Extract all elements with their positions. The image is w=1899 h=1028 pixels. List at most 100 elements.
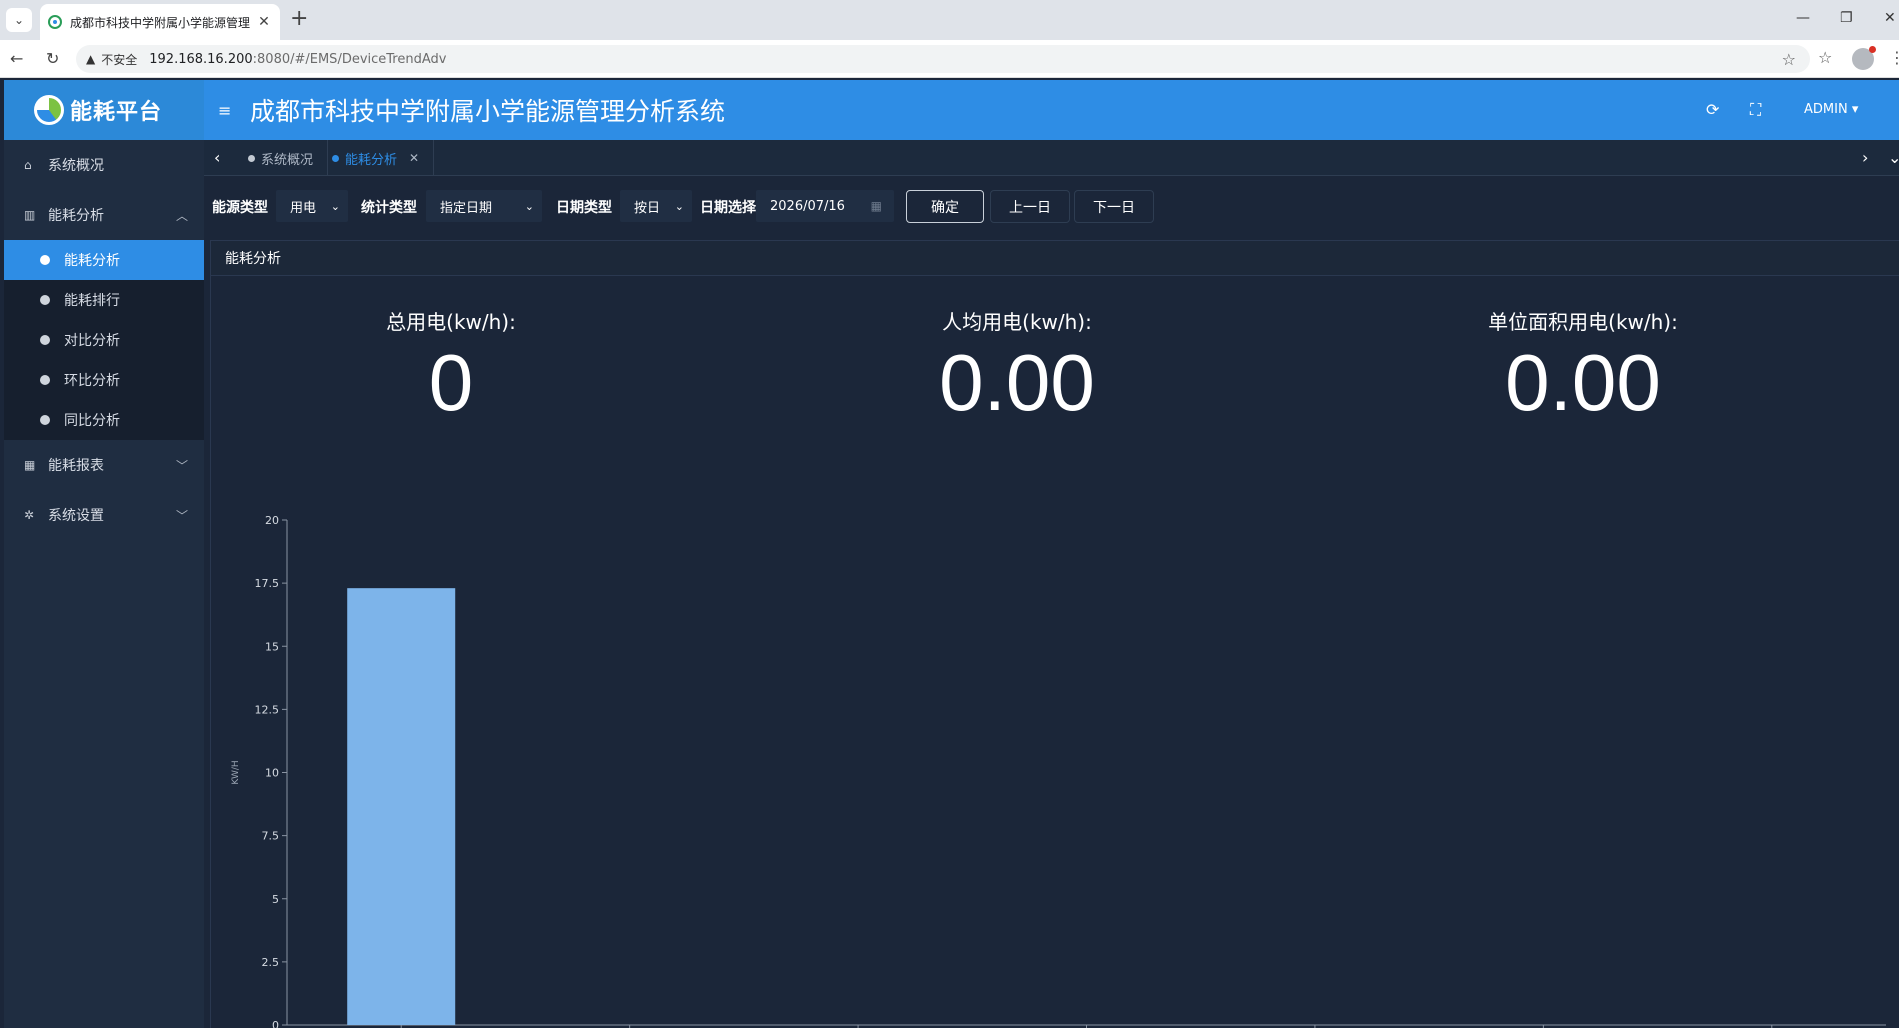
browser-tab-title: 成都市科技中学附属小学能源管理 [70, 15, 251, 30]
tabs-scroll-left-icon[interactable]: ‹ [214, 148, 220, 167]
fullscreen-icon[interactable]: ⛶ [1750, 100, 1761, 120]
energy-type-label: 能源类型 [212, 200, 268, 216]
address-bar[interactable]: ▲ 不安全 192.168.16.200:8080/#/EMS/DeviceTr… [76, 45, 1810, 73]
warning-icon: ▲ [86, 52, 96, 66]
bookmark-star-icon[interactable]: ☆ [1782, 50, 1796, 69]
chevron-down-icon: ﹀ [175, 458, 188, 473]
app-root: 能耗平台 ≡ 成都市科技中学附属小学能源管理分析系统 ⟳ ⛶ ADMIN ▾ ⌂… [4, 80, 1899, 1028]
chevron-down-icon: ⌄ [524, 199, 534, 213]
y-tick-label: 15 [265, 640, 279, 653]
calendar-icon: ▦ [870, 199, 882, 213]
tab-close-icon[interactable]: ✕ [409, 151, 419, 165]
date-value: 2026/07/16 [770, 198, 845, 214]
bar-chart-icon: ▥ [24, 208, 36, 222]
bullet-icon [40, 375, 50, 385]
prev-day-button[interactable]: 上一日 [990, 190, 1070, 223]
sidebar-item-reports[interactable]: ▦ 能耗报表 ﹀ [4, 440, 204, 490]
insecure-label: 不安全 [101, 52, 138, 67]
sidebar-item-label: 能耗分析 [48, 208, 104, 224]
bullet-icon [40, 255, 50, 265]
y-tick-label: 0 [272, 1019, 279, 1028]
next-day-button[interactable]: 下一日 [1074, 190, 1154, 223]
stat-type-label: 统计类型 [361, 200, 417, 216]
y-axis-label: KW/H [231, 760, 241, 784]
table-icon: ▦ [24, 458, 36, 472]
browser-tab[interactable]: 成都市科技中学附属小学能源管理 ✕ [40, 4, 280, 40]
submenu-energy-analysis: 能耗分析 能耗排行 对比分析 环比分析 同比分析 [4, 240, 204, 440]
date-type-select[interactable]: 按日 ⌄ [620, 190, 692, 222]
stat-type-select[interactable]: 指定日期 ⌄ [426, 190, 542, 222]
sidebar-item-energy-analysis[interactable]: ▥ 能耗分析 ︿ [4, 190, 204, 240]
energy-bar-chart: 02.557.51012.51517.520KW/H17:0018:0019:0… [231, 514, 1886, 1028]
filter-bar: 能源类型 用电 ⌄ 统计类型 指定日期 ⌄ 日期类型 按日 ⌄ 日期选择 202… [204, 176, 1899, 236]
date-type-label: 日期类型 [556, 200, 612, 216]
browser-toolbar: ← ↻ ▲ 不安全 192.168.16.200:8080/#/EMS/Devi… [0, 40, 1899, 78]
bullet-icon [40, 415, 50, 425]
favorites-icon[interactable]: ☆ [1818, 48, 1832, 67]
back-icon[interactable]: ← [10, 49, 23, 68]
sidebar: ⌂ 系统概况 ▥ 能耗分析 ︿ 能耗分析 能耗排行 对比分析 环比分析 同比分析… [4, 140, 204, 1028]
tab-label: 系统概况 [261, 152, 314, 168]
submenu-item-label: 对比分析 [64, 333, 120, 349]
reload-icon[interactable]: ↻ [46, 49, 59, 68]
bullet-icon [40, 335, 50, 345]
logo-mark-icon [34, 95, 64, 125]
y-tick-label: 10 [265, 767, 279, 780]
tab-dot-icon [248, 154, 255, 162]
select-value: 用电 [290, 200, 317, 216]
submenu-item-mom[interactable]: 环比分析 [4, 360, 204, 400]
bar [347, 588, 456, 1025]
tab-search-icon[interactable]: ⌄ [6, 8, 32, 32]
submenu-item-label: 能耗排行 [64, 293, 120, 309]
menu-toggle-icon[interactable]: ≡ [218, 101, 238, 120]
menu-dots-icon[interactable]: ⋮ [1889, 48, 1899, 67]
logo: 能耗平台 [4, 80, 204, 140]
restore-icon[interactable]: ❐ [1840, 10, 1853, 26]
date-input[interactable]: 2026/07/16 ▦ [756, 190, 894, 222]
sidebar-item-label: 能耗报表 [48, 458, 104, 474]
submenu-item-energy-analysis[interactable]: 能耗分析 [4, 240, 204, 280]
refresh-icon[interactable]: ⟳ [1706, 100, 1719, 119]
tabs-scroll-right-icon[interactable]: › [1862, 148, 1868, 167]
browser-tab-strip: ⌄ 成都市科技中学附属小学能源管理 ✕ + — ❐ ✕ [0, 0, 1899, 40]
page-tab-bar: ‹ 系统概况 能耗分析 ✕ › ⌄ [204, 140, 1899, 176]
tab-label: 能耗分析 [345, 152, 398, 168]
submenu-item-label: 同比分析 [64, 413, 120, 429]
user-menu[interactable]: ADMIN ▾ [1804, 102, 1858, 117]
system-title: 成都市科技中学附属小学能源管理分析系统 [250, 97, 726, 126]
close-window-icon[interactable]: ✕ [1884, 10, 1896, 26]
sidebar-item-settings[interactable]: ✲ 系统设置 ﹀ [4, 490, 204, 540]
tab-energy-analysis[interactable]: 能耗分析 ✕ [318, 140, 435, 176]
confirm-button[interactable]: 确定 [906, 190, 984, 223]
submenu-item-label: 环比分析 [64, 373, 120, 389]
chevron-down-icon: ⌄ [674, 199, 684, 213]
home-icon: ⌂ [24, 158, 32, 172]
top-header: ≡ 成都市科技中学附属小学能源管理分析系统 ⟳ ⛶ ADMIN ▾ [204, 80, 1899, 140]
submenu-item-comparison[interactable]: 对比分析 [4, 320, 204, 360]
tab-overview[interactable]: 系统概况 [234, 140, 329, 176]
energy-type-select[interactable]: 用电 ⌄ [276, 190, 348, 222]
analysis-panel: 能耗分析 总用电(kw/h): 0 人均用电(kw/h): 0.00 单位面积用… [210, 240, 1899, 1028]
y-tick-label: 12.5 [255, 703, 280, 716]
y-tick-label: 2.5 [262, 956, 280, 969]
submenu-item-ranking[interactable]: 能耗排行 [4, 280, 204, 320]
tabs-dropdown-icon[interactable]: ⌄ [1888, 148, 1899, 167]
minimize-icon[interactable]: — [1796, 10, 1810, 26]
sidebar-item-overview[interactable]: ⌂ 系统概况 [4, 140, 204, 190]
logo-text: 能耗平台 [70, 100, 163, 125]
select-value: 按日 [634, 200, 661, 216]
date-select-label: 日期选择 [700, 200, 756, 216]
chevron-down-icon: ⌄ [330, 199, 340, 213]
url-text: 192.168.16.200:8080/#/EMS/DeviceTrendAdv [149, 51, 447, 67]
y-tick-label: 7.5 [262, 830, 280, 843]
y-tick-label: 20 [265, 514, 279, 527]
profile-avatar[interactable] [1852, 46, 1876, 70]
bullet-icon [40, 295, 50, 305]
close-tab-icon[interactable]: ✕ [256, 14, 272, 30]
y-tick-label: 17.5 [255, 577, 280, 590]
submenu-item-label: 能耗分析 [64, 253, 120, 269]
gear-icon: ✲ [24, 508, 35, 522]
y-tick-label: 5 [272, 893, 279, 906]
new-tab-icon[interactable]: + [290, 8, 308, 30]
submenu-item-yoy[interactable]: 同比分析 [4, 400, 204, 440]
